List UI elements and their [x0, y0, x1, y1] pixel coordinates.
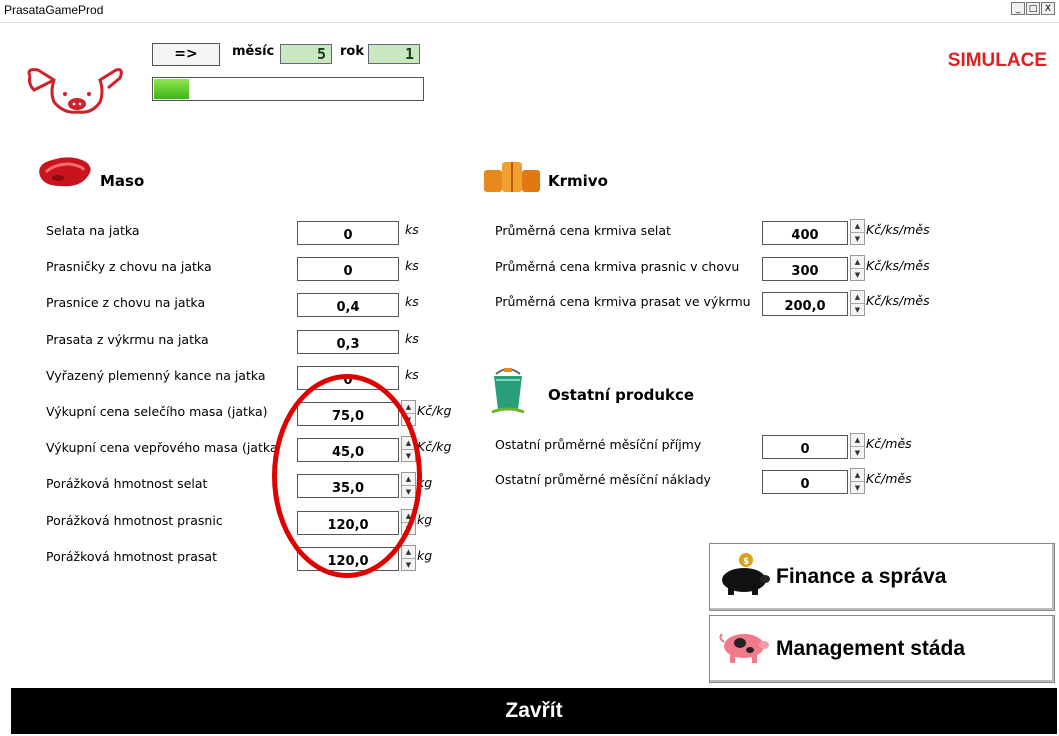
title-bar: PrasataGameProd _ □ X	[0, 0, 1059, 23]
next-month-button[interactable]: =>	[152, 43, 220, 66]
ostatni-row-unit: Kč/měs	[866, 471, 912, 486]
spin-up-icon[interactable]: ▲	[851, 291, 864, 304]
maso-row-label: Porážková hmotnost prasnic	[46, 512, 223, 528]
spin-up-icon[interactable]: ▲	[851, 256, 864, 269]
finance-button[interactable]: $ Finance a správa	[709, 543, 1055, 611]
spin-down-icon[interactable]: ▼	[851, 269, 864, 281]
progress-fill	[154, 79, 190, 99]
krmivo-row-unit: Kč/ks/měs	[866, 293, 930, 308]
spin-down-icon[interactable]: ▼	[851, 233, 864, 245]
month-label: měsíc	[232, 44, 275, 59]
maso-value-field[interactable]: 0,4	[297, 293, 399, 318]
maso-row-label: Porážková hmotnost selat	[46, 476, 208, 492]
krmivo-row-label: Průměrná cena krmiva prasat ve výkrmu	[495, 294, 751, 309]
close-window-button[interactable]: X	[1041, 2, 1055, 15]
maso-value-field[interactable]: 0,3	[297, 329, 399, 354]
spin-up-icon[interactable]: ▲	[402, 546, 415, 559]
maso-row-label: Porážková hmotnost prasat	[46, 548, 217, 564]
maso-row-label: Selata na jatka	[46, 223, 140, 238]
month-value: 5	[316, 45, 328, 63]
krmivo-value-field[interactable]: 400	[762, 221, 848, 245]
month-display: 5	[280, 44, 332, 64]
ostatni-row-unit: Kč/měs	[866, 436, 912, 451]
spin-down-icon[interactable]: ▼	[402, 559, 415, 571]
meat-icon	[36, 154, 92, 194]
window-title: PrasataGameProd	[4, 3, 104, 17]
spin-buttons[interactable]: ▲ ▼	[850, 433, 865, 459]
maso-row-label: Výkupní cena selečího masa (jatka)	[46, 404, 268, 419]
krmivo-row-label: Průměrná cena krmiva selat	[495, 223, 671, 238]
minimize-button[interactable]: _	[1011, 2, 1025, 15]
maso-row-label: Výkupní cena vepřového masa (jatka	[46, 440, 278, 456]
window-controls: _ □ X	[1010, 2, 1055, 15]
maso-value-field[interactable]: 0	[297, 221, 399, 245]
krmivo-title: Krmivo	[548, 172, 608, 190]
finance-label: Finance a správa	[776, 565, 947, 588]
krmivo-row-unit: Kč/ks/měs	[866, 222, 930, 237]
krmivo-value-field[interactable]: 300	[762, 256, 848, 281]
pig-head-icon	[24, 66, 126, 120]
maso-value-field[interactable]: 0	[297, 257, 399, 282]
svg-text:$: $	[743, 557, 749, 567]
spin-buttons[interactable]: ▲ ▼	[850, 468, 865, 494]
spin-down-icon[interactable]: ▼	[851, 304, 864, 316]
ostatni-value-field[interactable]: 0	[762, 435, 848, 459]
maso-row-label: Prasničky z chovu na jatka	[46, 259, 212, 275]
year-label: rok	[340, 44, 364, 59]
highlight-circle	[272, 374, 422, 578]
maso-row-unit: Kč/kg	[417, 403, 452, 418]
ostatni-title: Ostatní produkce	[548, 386, 695, 404]
maso-row-unit: Kč/kg	[417, 439, 452, 455]
maso-row-unit: ks	[405, 330, 419, 346]
spin-up-icon[interactable]: ▲	[851, 434, 864, 447]
spin-down-icon[interactable]: ▼	[851, 482, 864, 494]
maso-row-unit: kg	[417, 547, 433, 563]
maso-row-unit: ks	[405, 366, 419, 382]
spin-buttons[interactable]: ▲ ▼	[850, 254, 865, 281]
spin-down-icon[interactable]: ▼	[851, 447, 864, 459]
krmivo-row-label: Průměrná cena krmiva prasnic v chovu	[495, 258, 740, 274]
mode-label: SIMULACE	[947, 50, 1047, 71]
spin-buttons[interactable]: ▲ ▼	[850, 219, 865, 245]
management-label: Management stáda	[776, 637, 966, 660]
management-button[interactable]: Management stáda	[709, 615, 1055, 683]
maso-row-unit: ks	[405, 294, 419, 310]
spin-up-icon[interactable]: ▲	[851, 220, 864, 233]
pig-icon	[714, 626, 772, 672]
maso-row-unit: ks	[405, 222, 419, 237]
piggy-bank-icon: $	[716, 552, 772, 602]
milk-bucket-icon	[490, 366, 526, 418]
year-display: 1	[368, 44, 420, 64]
maso-row-label: Vyřazený plemenný kance na jatka	[46, 367, 266, 383]
maximize-button[interactable]: □	[1026, 2, 1040, 15]
spin-buttons[interactable]: ▲ ▼	[850, 290, 865, 316]
maso-row-unit: ks	[405, 258, 419, 274]
progress-bar	[152, 77, 424, 101]
hay-bales-icon	[482, 158, 542, 198]
krmivo-row-unit: Kč/ks/měs	[866, 257, 930, 273]
close-button[interactable]: Zavřít	[11, 688, 1057, 734]
ostatni-value-field[interactable]: 0	[762, 470, 848, 494]
ostatni-row-label: Ostatní průměrné měsíční příjmy	[495, 437, 702, 452]
maso-title: Maso	[100, 172, 145, 190]
ostatni-row-label: Ostatní průměrné měsíční náklady	[495, 472, 711, 487]
maso-row-unit: kg	[417, 511, 433, 527]
maso-row-label: Prasata z výkrmu na jatka	[46, 331, 209, 347]
krmivo-value-field[interactable]: 200,0	[762, 292, 848, 316]
spin-up-icon[interactable]: ▲	[851, 469, 864, 482]
maso-row-label: Prasnice z chovu na jatka	[46, 295, 206, 311]
year-value: 1	[404, 45, 416, 63]
spin-buttons[interactable]: ▲ ▼	[401, 544, 416, 571]
